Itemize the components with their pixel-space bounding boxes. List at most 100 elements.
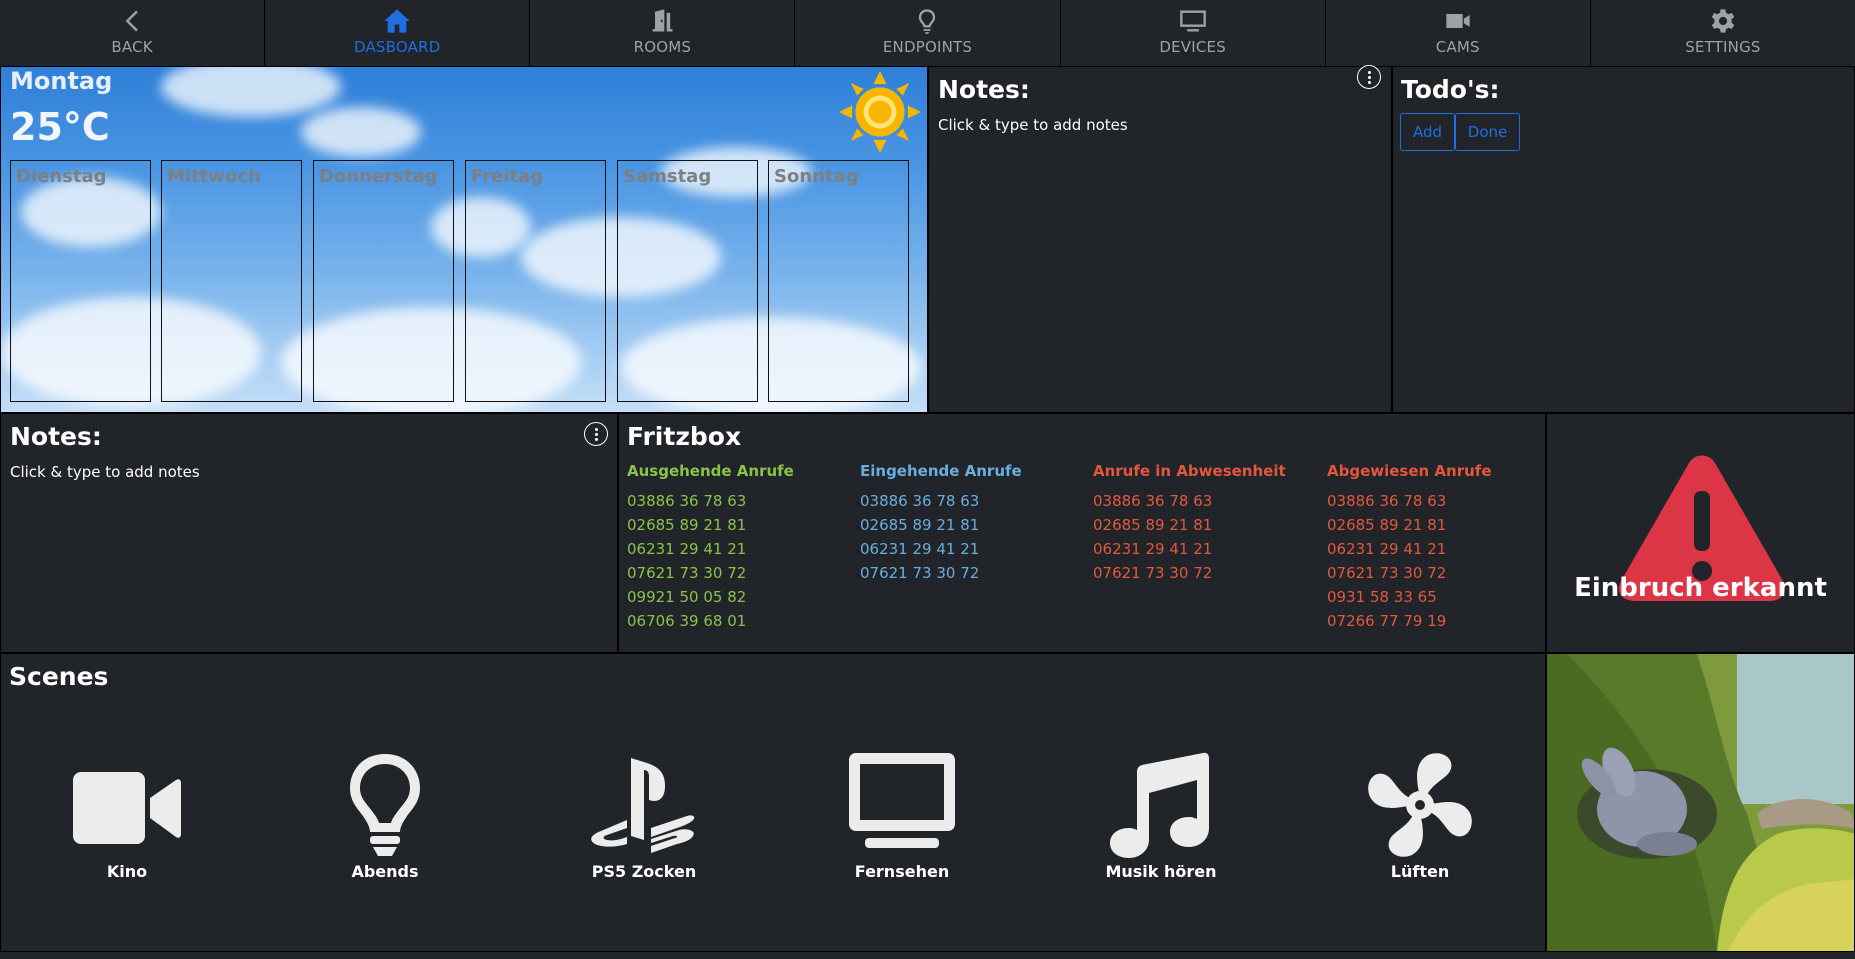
scene-fernsehen[interactable]: Fernsehen xyxy=(812,750,992,881)
column-heading: Ausgehende Anrufe xyxy=(627,462,794,480)
nav-label: SETTINGS xyxy=(1685,38,1761,56)
scene-label: Abends xyxy=(351,862,419,881)
forecast-day: Donnerstag xyxy=(313,160,454,402)
more-options-icon[interactable] xyxy=(1357,65,1381,89)
nav-label: CAMS xyxy=(1435,38,1480,56)
weather-widget: Montag 25°C Dienstag Mittwoch Donnerstag… xyxy=(0,66,928,413)
phone-number: 06231 29 41 21 xyxy=(1327,540,1447,558)
add-button[interactable]: Add xyxy=(1400,113,1455,151)
missed-calls-column: Anrufe in Abwesenheit 03886 36 78 63 026… xyxy=(1093,462,1286,585)
forecast-day: Mittwoch xyxy=(161,160,302,402)
scene-lueften[interactable]: Lüften xyxy=(1330,750,1510,881)
forecast-day-label: Freitag xyxy=(471,166,544,187)
scene-musik[interactable]: Musik hören xyxy=(1071,750,1251,881)
forecast-day-label: Donnerstag xyxy=(319,166,438,187)
notes-panel-top[interactable]: Notes: Click & type to add notes xyxy=(928,65,1392,413)
nav-endpoints[interactable]: ENDPOINTS xyxy=(795,0,1061,66)
nav-rooms[interactable]: ROOMS xyxy=(530,0,796,66)
phone-number: 07621 73 30 72 xyxy=(1093,564,1213,582)
more-options-icon[interactable] xyxy=(584,422,608,446)
scene-label: PS5 Zocken xyxy=(591,862,697,881)
column-heading: Anrufe in Abwesenheit xyxy=(1093,462,1286,480)
phone-number: 02685 89 21 81 xyxy=(1093,516,1213,534)
nav-label: ENDPOINTS xyxy=(882,38,973,56)
sun-icon xyxy=(839,71,921,153)
phone-number: 0931 58 33 65 xyxy=(1327,588,1437,606)
phone-number: 02685 89 21 81 xyxy=(860,516,980,534)
phone-number: 06231 29 41 21 xyxy=(1093,540,1213,558)
forecast-day: Freitag xyxy=(465,160,606,402)
nav-label: ROOMS xyxy=(633,38,692,56)
phone-number: 06231 29 41 21 xyxy=(860,540,980,558)
alarm-panel: Einbruch erkannt xyxy=(1546,413,1855,653)
phone-number: 03886 36 78 63 xyxy=(1327,492,1447,510)
scene-label: Fernsehen xyxy=(854,862,950,881)
scene-label: Musik hören xyxy=(1105,862,1217,881)
todo-title: Todo's: xyxy=(1401,75,1500,104)
nav-devices[interactable]: DEVICES xyxy=(1061,0,1326,66)
notes-text[interactable]: Click & type to add notes xyxy=(10,463,200,481)
scene-label: Lüften xyxy=(1390,862,1450,881)
fritzbox-panel: Fritzbox Ausgehende Anrufe 03886 36 78 6… xyxy=(618,413,1546,653)
phone-number: 07266 77 79 19 xyxy=(1327,612,1447,630)
nav-label: DASBOARD xyxy=(353,38,441,56)
column-heading: Abgewiesen Anrufe xyxy=(1327,462,1492,480)
nav-label: DEVICES xyxy=(1159,38,1226,56)
camera-icon xyxy=(1446,14,1470,28)
todo-panel: Todo's: Add Done xyxy=(1392,66,1855,413)
phone-number: 02685 89 21 81 xyxy=(1327,516,1447,534)
phone-number: 07621 73 30 72 xyxy=(860,564,980,582)
scene-kino[interactable]: Kino xyxy=(37,750,217,881)
tv-icon xyxy=(849,753,955,848)
notes-panel-left[interactable]: Notes: Click & type to add notes xyxy=(0,413,618,653)
phone-number: 09921 50 05 82 xyxy=(627,588,747,606)
notes-text[interactable]: Click & type to add notes xyxy=(938,116,1128,134)
phone-number: 03886 36 78 63 xyxy=(627,492,747,510)
nav-cams[interactable]: CAMS xyxy=(1326,0,1591,66)
forecast-day: Dienstag xyxy=(10,160,151,402)
phone-number: 07621 73 30 72 xyxy=(1327,564,1447,582)
phone-number: 03886 36 78 63 xyxy=(860,492,980,510)
weather-today-label: Montag xyxy=(10,67,113,95)
scene-label: Kino xyxy=(106,862,148,881)
music-icon xyxy=(1110,752,1209,858)
phone-number: 07621 73 30 72 xyxy=(627,564,747,582)
scene-abends[interactable]: Abends xyxy=(295,750,475,881)
fan-icon xyxy=(1368,753,1472,857)
scenes-panel: Scenes Kino Abends PS5 Zocken Fernsehen xyxy=(0,653,1546,952)
home-icon xyxy=(384,9,411,33)
chevron-left-icon xyxy=(125,10,138,32)
lightbulb-icon xyxy=(919,9,936,34)
door-icon xyxy=(653,9,673,32)
forecast-day-label: Samstag xyxy=(623,166,712,187)
video-camera-icon xyxy=(73,772,181,844)
nav-label: BACK xyxy=(111,38,153,56)
weather-temperature: 25°C xyxy=(10,105,110,149)
done-button[interactable]: Done xyxy=(1455,113,1520,151)
forecast-day-label: Mittwoch xyxy=(167,166,261,187)
notes-title: Notes: xyxy=(10,422,102,451)
forecast-day: Samstag xyxy=(617,160,758,402)
phone-number: 06706 39 68 01 xyxy=(627,612,747,630)
scene-ps5[interactable]: PS5 Zocken xyxy=(554,750,734,881)
incoming-calls-column: Eingehende Anrufe 03886 36 78 63 02685 8… xyxy=(860,462,1022,585)
nav-settings[interactable]: SETTINGS xyxy=(1591,0,1855,66)
rejected-calls-column: Abgewiesen Anrufe 03886 36 78 63 02685 8… xyxy=(1327,462,1492,633)
alarm-text: Einbruch erkannt xyxy=(1574,573,1827,603)
forecast-day-label: Dienstag xyxy=(16,166,107,187)
nav-back[interactable]: BACK xyxy=(0,0,266,66)
nav-dashboard[interactable]: DASBOARD xyxy=(265,0,531,66)
playstation-icon xyxy=(591,758,695,853)
lightbulb-icon xyxy=(350,754,420,856)
gear-icon xyxy=(1711,9,1735,33)
phone-number: 06231 29 41 21 xyxy=(627,540,747,558)
notes-title: Notes: xyxy=(938,75,1030,104)
outgoing-calls-column: Ausgehende Anrufe 03886 36 78 63 02685 8… xyxy=(627,462,794,633)
camera-scene-illustration xyxy=(1547,654,1854,951)
phone-number: 03886 36 78 63 xyxy=(1093,492,1213,510)
scenes-title: Scenes xyxy=(9,662,109,691)
top-nav: BACK DASBOARD ROOMS ENDPOINTS DEVICES CA… xyxy=(0,0,1855,66)
phone-number: 02685 89 21 81 xyxy=(627,516,747,534)
camera-feed-image[interactable] xyxy=(1546,653,1855,952)
fritzbox-title: Fritzbox xyxy=(627,422,742,451)
